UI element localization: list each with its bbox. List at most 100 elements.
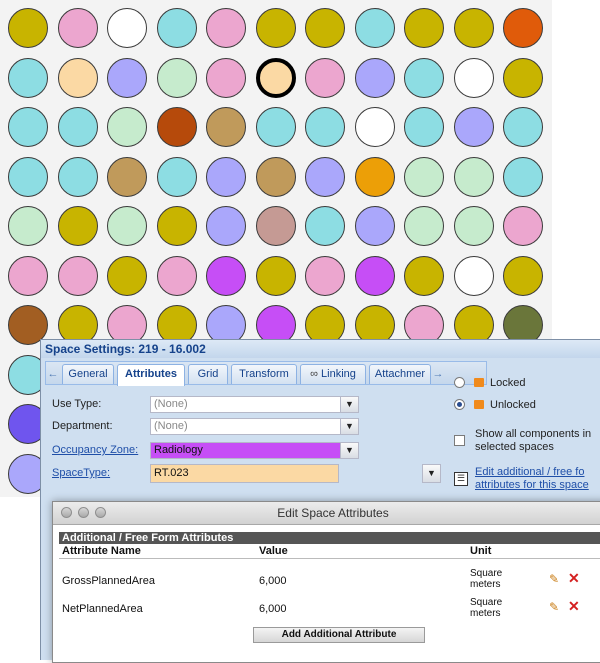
space-circle-r6-c8[interactable] bbox=[354, 255, 395, 296]
chain-link-icon: ∞ bbox=[310, 368, 318, 380]
space-circle-r6-c4[interactable] bbox=[156, 255, 197, 296]
space-circle-r2-c6[interactable] bbox=[255, 57, 296, 98]
tab-attachments[interactable]: Attachmer bbox=[369, 364, 431, 384]
delete-x-icon[interactable]: ✕ bbox=[568, 598, 580, 615]
space-circle-r2-c3[interactable] bbox=[107, 57, 147, 98]
space-circle-r2-c9[interactable] bbox=[404, 57, 444, 98]
space-circle-r6-c11[interactable] bbox=[503, 255, 543, 296]
department-select[interactable]: (None) bbox=[150, 418, 359, 435]
unlocked-radio[interactable] bbox=[454, 399, 465, 410]
pencil-icon[interactable]: ✎ bbox=[549, 572, 559, 586]
space-circle-r3-c2[interactable] bbox=[57, 107, 98, 147]
space-circle-r2-c11[interactable] bbox=[503, 57, 543, 98]
space-circle-r5-c5[interactable] bbox=[206, 206, 246, 246]
edit-attributes-link-line2[interactable]: attributes for this space bbox=[475, 479, 589, 491]
space-circle-r3-c8[interactable] bbox=[354, 107, 395, 147]
space-circle-r4-c5[interactable] bbox=[206, 156, 246, 197]
space-circle-r4-c6[interactable] bbox=[255, 156, 296, 197]
tab-scroll-left-icon[interactable]: ← bbox=[47, 364, 59, 384]
space-circle-r4-c10[interactable] bbox=[453, 156, 494, 197]
delete-x-icon[interactable]: ✕ bbox=[568, 570, 580, 587]
space-circle-r2-c10[interactable] bbox=[453, 57, 494, 98]
space-circle-r6-c9[interactable] bbox=[404, 255, 444, 296]
tab-transform[interactable]: Transform bbox=[231, 364, 297, 384]
tab-scroll-right-icon[interactable]: → bbox=[432, 364, 444, 384]
space-circle-r4-c2[interactable] bbox=[57, 156, 98, 197]
space-circle-r6-c2[interactable] bbox=[57, 255, 98, 296]
space-circle-r3-c3[interactable] bbox=[107, 107, 147, 147]
space-circle-r4-c11[interactable] bbox=[503, 156, 543, 197]
space-circle-r2-c1[interactable] bbox=[8, 57, 48, 98]
space-circle-r6-c5[interactable] bbox=[206, 255, 246, 296]
space-circle-r1-c4[interactable] bbox=[156, 8, 197, 48]
space-circle-r3-c6[interactable] bbox=[255, 107, 296, 147]
space-type-link[interactable]: SpaceType: bbox=[52, 467, 110, 479]
tab-strip: ← General Attributes Grid Transform ∞ Li… bbox=[45, 361, 487, 386]
show-all-components-checkbox[interactable] bbox=[454, 435, 465, 446]
space-circle-r3-c11[interactable] bbox=[503, 107, 543, 147]
space-circle-r2-c4[interactable] bbox=[156, 57, 197, 98]
space-circle-r1-c6[interactable] bbox=[255, 8, 296, 48]
space-circle-r3-c1[interactable] bbox=[8, 107, 48, 147]
tab-grid[interactable]: Grid bbox=[188, 364, 228, 384]
space-circle-r2-c7[interactable] bbox=[305, 57, 345, 98]
add-additional-attribute-button[interactable]: Add Additional Attribute bbox=[253, 627, 425, 643]
occupancy-zone-link[interactable]: Occupancy Zone: bbox=[52, 444, 138, 456]
space-circle-r5-c8[interactable] bbox=[354, 206, 395, 246]
space-circle-r6-c3[interactable] bbox=[107, 255, 147, 296]
chevron-down-icon[interactable]: ▼ bbox=[340, 418, 359, 435]
space-circle-r2-c8[interactable] bbox=[354, 57, 395, 98]
space-circle-r5-c7[interactable] bbox=[305, 206, 345, 246]
chevron-down-icon[interactable]: ▼ bbox=[340, 396, 359, 413]
space-circle-r6-c7[interactable] bbox=[305, 255, 345, 296]
space-circle-r1-c3[interactable] bbox=[107, 8, 147, 48]
edit-attributes-link-line1[interactable]: Edit additional / free fo bbox=[475, 466, 584, 478]
zoom-window-icon[interactable] bbox=[95, 507, 106, 518]
space-circle-r5-c1[interactable] bbox=[8, 206, 48, 246]
space-circle-r4-c8[interactable] bbox=[354, 156, 395, 197]
list-icon: ☰ bbox=[454, 472, 468, 486]
space-circle-r3-c9[interactable] bbox=[404, 107, 444, 147]
space-circle-r6-c10[interactable] bbox=[453, 255, 494, 296]
space-circle-r3-c10[interactable] bbox=[453, 107, 494, 147]
space-circle-r1-c8[interactable] bbox=[354, 8, 395, 48]
space-circle-r6-c6[interactable] bbox=[255, 255, 296, 296]
space-circle-r4-c4[interactable] bbox=[156, 156, 197, 197]
tab-attributes[interactable]: Attributes bbox=[117, 364, 185, 386]
space-circle-r1-c5[interactable] bbox=[206, 8, 246, 48]
space-circle-r6-c1[interactable] bbox=[8, 255, 48, 296]
tab-general[interactable]: General bbox=[62, 364, 114, 384]
space-circle-r5-c2[interactable] bbox=[57, 206, 98, 246]
space-circle-r4-c7[interactable] bbox=[305, 156, 345, 197]
space-circle-r4-c3[interactable] bbox=[107, 156, 147, 197]
chevron-down-icon[interactable]: ▼ bbox=[340, 442, 359, 459]
space-circle-r5-c4[interactable] bbox=[156, 206, 197, 246]
occupancy-zone-select[interactable]: Radiology bbox=[150, 442, 359, 459]
space-circle-r3-c5[interactable] bbox=[206, 107, 246, 147]
chevron-down-icon[interactable]: ▼ bbox=[422, 464, 441, 483]
use-type-select[interactable]: (None) bbox=[150, 396, 359, 413]
space-type-field[interactable]: RT.023 bbox=[150, 464, 339, 483]
minimize-window-icon[interactable] bbox=[78, 507, 89, 518]
space-circle-r3-c4[interactable] bbox=[156, 107, 197, 147]
space-circle-r1-c9[interactable] bbox=[404, 8, 444, 48]
tab-linking[interactable]: ∞ Linking bbox=[300, 364, 366, 384]
space-circle-r2-c2[interactable] bbox=[57, 57, 98, 98]
space-circle-r5-c10[interactable] bbox=[453, 206, 494, 246]
space-circle-r1-c7[interactable] bbox=[305, 8, 345, 48]
space-circle-r4-c1[interactable] bbox=[8, 156, 48, 197]
space-circle-r5-c6[interactable] bbox=[255, 206, 296, 246]
space-circle-r5-c11[interactable] bbox=[503, 206, 543, 246]
locked-radio[interactable] bbox=[454, 377, 465, 388]
space-circle-r1-c10[interactable] bbox=[453, 8, 494, 48]
space-circle-r1-c2[interactable] bbox=[57, 8, 98, 48]
space-circle-r5-c3[interactable] bbox=[107, 206, 147, 246]
space-circle-r5-c9[interactable] bbox=[404, 206, 444, 246]
space-circle-r1-c1[interactable] bbox=[8, 8, 48, 48]
space-circle-r4-c9[interactable] bbox=[404, 156, 444, 197]
space-circle-r2-c5[interactable] bbox=[206, 57, 246, 98]
close-window-icon[interactable] bbox=[61, 507, 72, 518]
space-circle-r1-c11[interactable] bbox=[503, 8, 543, 48]
space-circle-r3-c7[interactable] bbox=[305, 107, 345, 147]
pencil-icon[interactable]: ✎ bbox=[549, 600, 559, 614]
